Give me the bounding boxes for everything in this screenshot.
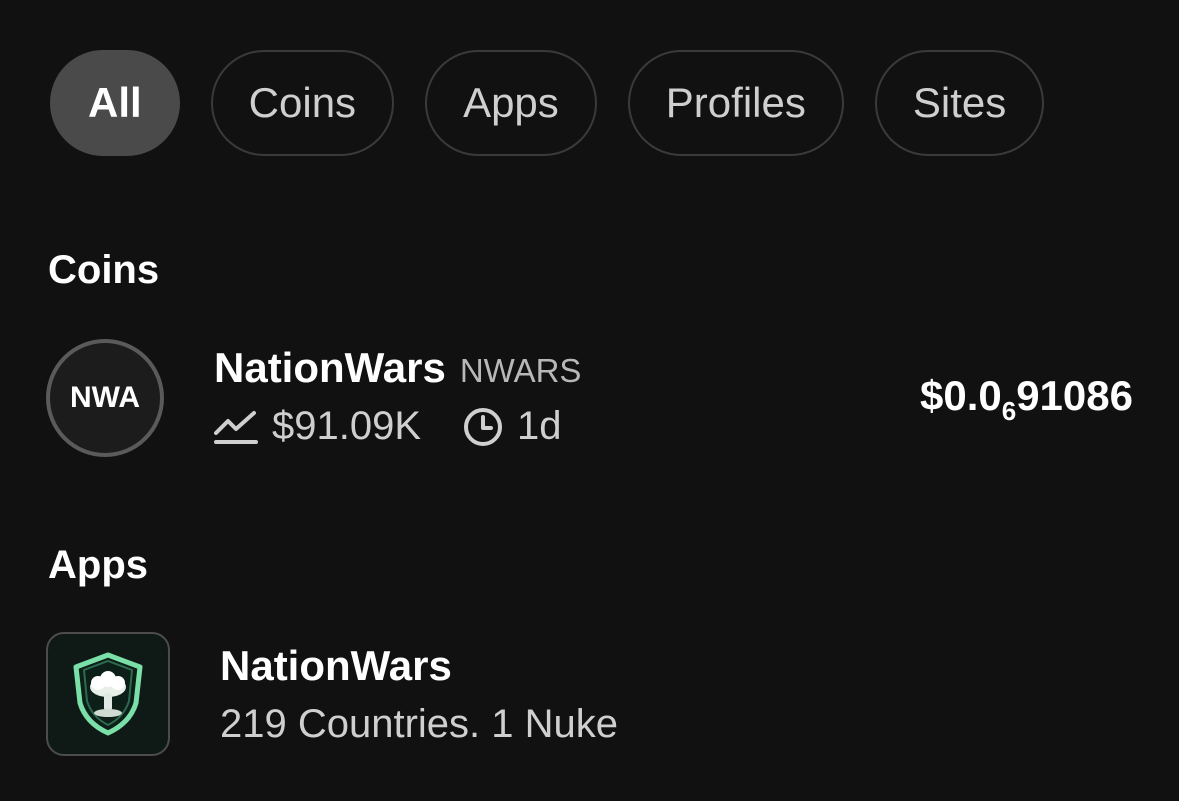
filter-chips: All Coins Apps Profiles Sites: [50, 50, 1045, 156]
coin-avatar: NWA: [46, 339, 164, 457]
coin-ticker: NWARS: [459, 352, 582, 389]
coin-price-digits: 91086: [1016, 372, 1133, 419]
filter-chip-apps[interactable]: Apps: [425, 50, 597, 156]
coin-price: $0.0691086: [920, 372, 1133, 427]
apps-section-title: Apps: [48, 543, 148, 587]
coin-name-line: NationWars NWARS: [214, 344, 581, 392]
coins-section-title: Coins: [48, 248, 160, 292]
coin-market-cap: $91.09K: [272, 404, 422, 448]
filter-chip-sites[interactable]: Sites: [874, 50, 1045, 156]
coin-name: NationWars: [214, 344, 446, 391]
app-name: NationWars: [220, 642, 452, 689]
filter-chip-all[interactable]: All: [50, 50, 180, 156]
search-results-page: All Coins Apps Profiles Sites Coins NWA …: [0, 0, 1179, 801]
filter-chip-profiles[interactable]: Profiles: [627, 50, 844, 156]
coin-price-prefix: $0.0: [919, 372, 1002, 419]
filter-chip-coins[interactable]: Coins: [210, 50, 395, 156]
coin-meta: $91.09K 1d: [214, 404, 562, 449]
nuke-shield-logo: [73, 652, 143, 736]
coin-age: 1d: [517, 404, 562, 448]
app-icon: [46, 632, 170, 756]
clock-icon: [463, 407, 503, 447]
coin-price-zero-count: 6: [1001, 396, 1017, 426]
app-description: 219 Countries. 1 Nuke: [220, 702, 619, 746]
trend-line-icon: [214, 409, 258, 445]
